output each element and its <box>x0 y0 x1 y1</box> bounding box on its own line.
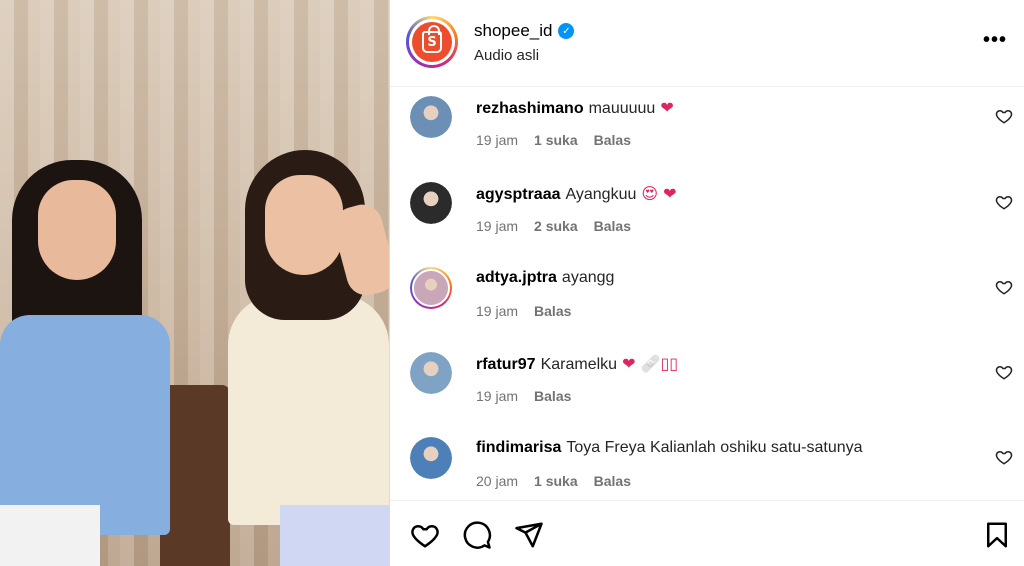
like-comment-icon[interactable] <box>995 278 1013 296</box>
chair <box>160 385 230 566</box>
share-icon[interactable] <box>514 520 544 550</box>
comment-time: 19 jam <box>476 388 519 404</box>
comment-time: 20 jam <box>476 473 519 489</box>
commenter-avatar[interactable] <box>410 182 452 224</box>
reply-button[interactable]: Balas <box>594 132 631 148</box>
reel-video[interactable] <box>0 0 389 566</box>
commenter-avatar[interactable] <box>410 437 452 479</box>
comment-body: Ayangkuu <box>565 186 637 203</box>
profile-avatar[interactable]: S <box>406 16 458 68</box>
post-panel: S shopee_id ✓ Audio asli ••• rezhashiman… <box>389 0 1024 566</box>
like-comment-icon[interactable] <box>995 448 1013 466</box>
comment-emoji: ❤ 🩹▯▯ <box>622 354 679 373</box>
reply-button[interactable]: Balas <box>594 218 631 234</box>
comment-body: Toya Freya Kalianlah oshiku satu-satunya <box>566 439 863 456</box>
heart-icon[interactable] <box>410 520 440 550</box>
username-link[interactable]: shopee_id <box>474 21 552 41</box>
comment-meta: 19 jam Balas <box>476 388 571 404</box>
comment-meta: 20 jam 1 suka Balas <box>476 473 631 489</box>
commenter-username[interactable]: rezhashimano <box>476 100 584 117</box>
shopee-bag-icon: S <box>422 25 442 53</box>
comment-likes[interactable]: 2 suka <box>534 218 578 234</box>
comment-time: 19 jam <box>476 303 519 319</box>
comment-text: adtya.jptra ayangg <box>476 269 614 287</box>
post-header: S shopee_id ✓ Audio asli ••• <box>390 0 1024 87</box>
comment-emoji: ❤ <box>660 98 674 117</box>
commenter-username[interactable]: rfatur97 <box>476 356 536 373</box>
bookmark-icon[interactable] <box>982 520 1012 550</box>
like-comment-icon[interactable] <box>995 107 1013 125</box>
comment-item: rezhashimano mauuuuu ❤ 19 jam 1 suka Balas <box>390 88 1024 174</box>
comment-emoji: 😍 ❤ <box>641 184 677 203</box>
reply-button[interactable]: Balas <box>594 473 631 489</box>
comment-item: rfatur97 Karamelku ❤ 🩹▯▯ 19 jam Balas <box>390 344 1024 430</box>
shopee-logo: S <box>412 22 452 62</box>
comment-likes[interactable]: 1 suka <box>534 473 578 489</box>
more-options-button[interactable]: ••• <box>983 30 1007 50</box>
audio-label[interactable]: Audio asli <box>474 47 539 64</box>
comment-text: agysptraaa Ayangkuu 😍 ❤ <box>476 184 677 204</box>
comment-item: findimarisa Toya Freya Kalianlah oshiku s… <box>390 429 1024 500</box>
commenter-avatar[interactable] <box>410 352 452 394</box>
comment-likes[interactable]: 1 suka <box>534 132 578 148</box>
like-comment-icon[interactable] <box>995 193 1013 211</box>
commenter-username[interactable]: adtya.jptra <box>476 269 557 286</box>
comment-body: Karamelku <box>540 356 618 373</box>
comments-list[interactable]: rezhashimano mauuuuu ❤ 19 jam 1 suka Balas agy… <box>390 88 1024 500</box>
comment-icon[interactable] <box>462 520 492 550</box>
person-right-face <box>265 175 343 275</box>
action-bar <box>390 500 1024 566</box>
comment-meta: 19 jam 2 suka Balas <box>476 218 631 234</box>
commenter-avatar[interactable] <box>410 267 452 309</box>
person-right-top <box>228 295 389 525</box>
person-left-face <box>38 180 116 280</box>
commenter-avatar[interactable] <box>410 96 452 138</box>
reply-button[interactable]: Balas <box>534 388 571 404</box>
commenter-username[interactable]: agysptraaa <box>476 186 561 203</box>
reply-button[interactable]: Balas <box>534 303 571 319</box>
person-left-top <box>0 315 170 535</box>
comment-meta: 19 jam 1 suka Balas <box>476 132 631 148</box>
comment-item: adtya.jptra ayangg 19 jam Balas <box>390 259 1024 345</box>
commenter-username[interactable]: findimarisa <box>476 439 561 456</box>
comment-body: mauuuuu <box>588 100 656 117</box>
comment-text: rezhashimano mauuuuu ❤ <box>476 98 674 118</box>
comment-meta: 19 jam Balas <box>476 303 571 319</box>
comment-item: agysptraaa Ayangkuu 😍 ❤ 19 jam 2 suka Balas <box>390 174 1024 260</box>
like-comment-icon[interactable] <box>995 363 1013 381</box>
comment-body: ayangg <box>561 269 615 286</box>
verified-badge-icon: ✓ <box>558 23 575 39</box>
person-right-skirt <box>280 505 389 566</box>
comment-text: findimarisa Toya Freya Kalianlah oshiku s… <box>476 439 863 457</box>
comment-text: rfatur97 Karamelku ❤ 🩹▯▯ <box>476 354 678 374</box>
person-left-skirt <box>0 505 100 566</box>
username-row: shopee_id ✓ <box>474 21 575 41</box>
comment-time: 19 jam <box>476 218 519 234</box>
comment-time: 19 jam <box>476 132 519 148</box>
